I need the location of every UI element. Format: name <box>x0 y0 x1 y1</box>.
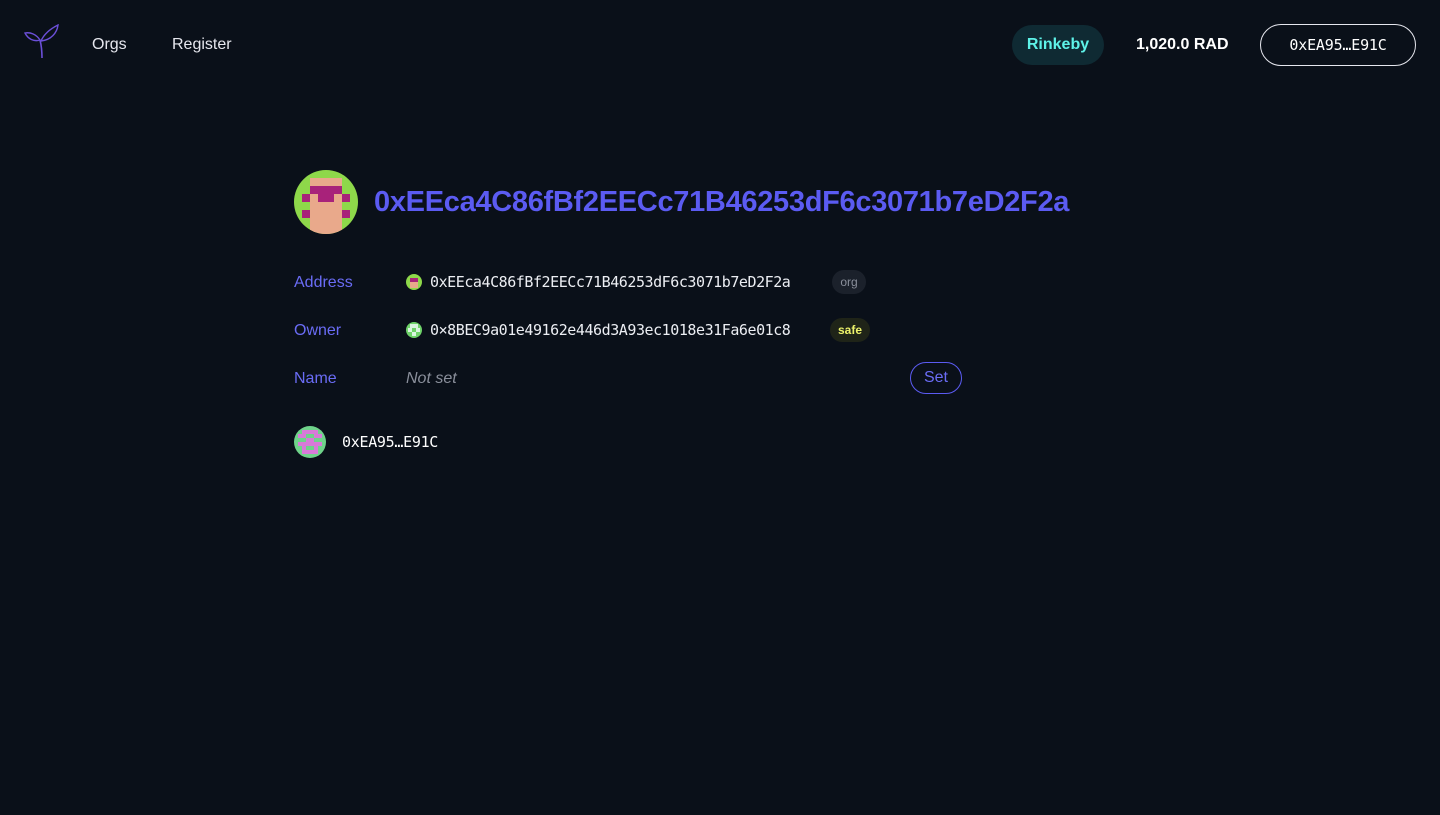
safe-badge: safe <box>830 318 870 342</box>
member-avatar <box>294 426 326 458</box>
nav-link-register[interactable]: Register <box>172 34 232 56</box>
name-value: Not set <box>406 370 457 387</box>
address-label: Address <box>294 274 353 291</box>
member-list-item[interactable]: 0xEA95…E91C <box>294 426 594 458</box>
org-title: 0xEEca4C86fBf2EECc71B46253dF6c3071b7eD2F… <box>374 186 1070 218</box>
token-balance: 1,020.0 RAD <box>1136 36 1229 53</box>
owner-label: Owner <box>294 322 342 339</box>
address-avatar <box>406 274 422 290</box>
owner-value[interactable]: 0×8BEC9a01e49162e446d3A93ec1018e31Fa6e01… <box>430 319 791 341</box>
network-selector-button[interactable]: Rinkeby <box>1012 25 1104 65</box>
set-name-button[interactable]: Set <box>910 362 962 394</box>
wallet-account-button[interactable]: 0xEA95…E91C <box>1260 24 1416 66</box>
owner-avatar <box>406 322 422 338</box>
nav-link-orgs[interactable]: Orgs <box>92 34 127 56</box>
member-address: 0xEA95…E91C <box>342 433 439 451</box>
name-label: Name <box>294 370 337 387</box>
address-value[interactable]: 0xEEca4C86fBf2EECc71B46253dF6c3071b7eD2F… <box>430 271 791 293</box>
top-navigation-bar: Orgs Register Rinkeby 1,020.0 RAD 0xEA95… <box>0 0 1440 90</box>
org-avatar <box>294 170 358 234</box>
radicle-logo-icon[interactable] <box>24 24 60 60</box>
org-badge: org <box>832 270 866 294</box>
